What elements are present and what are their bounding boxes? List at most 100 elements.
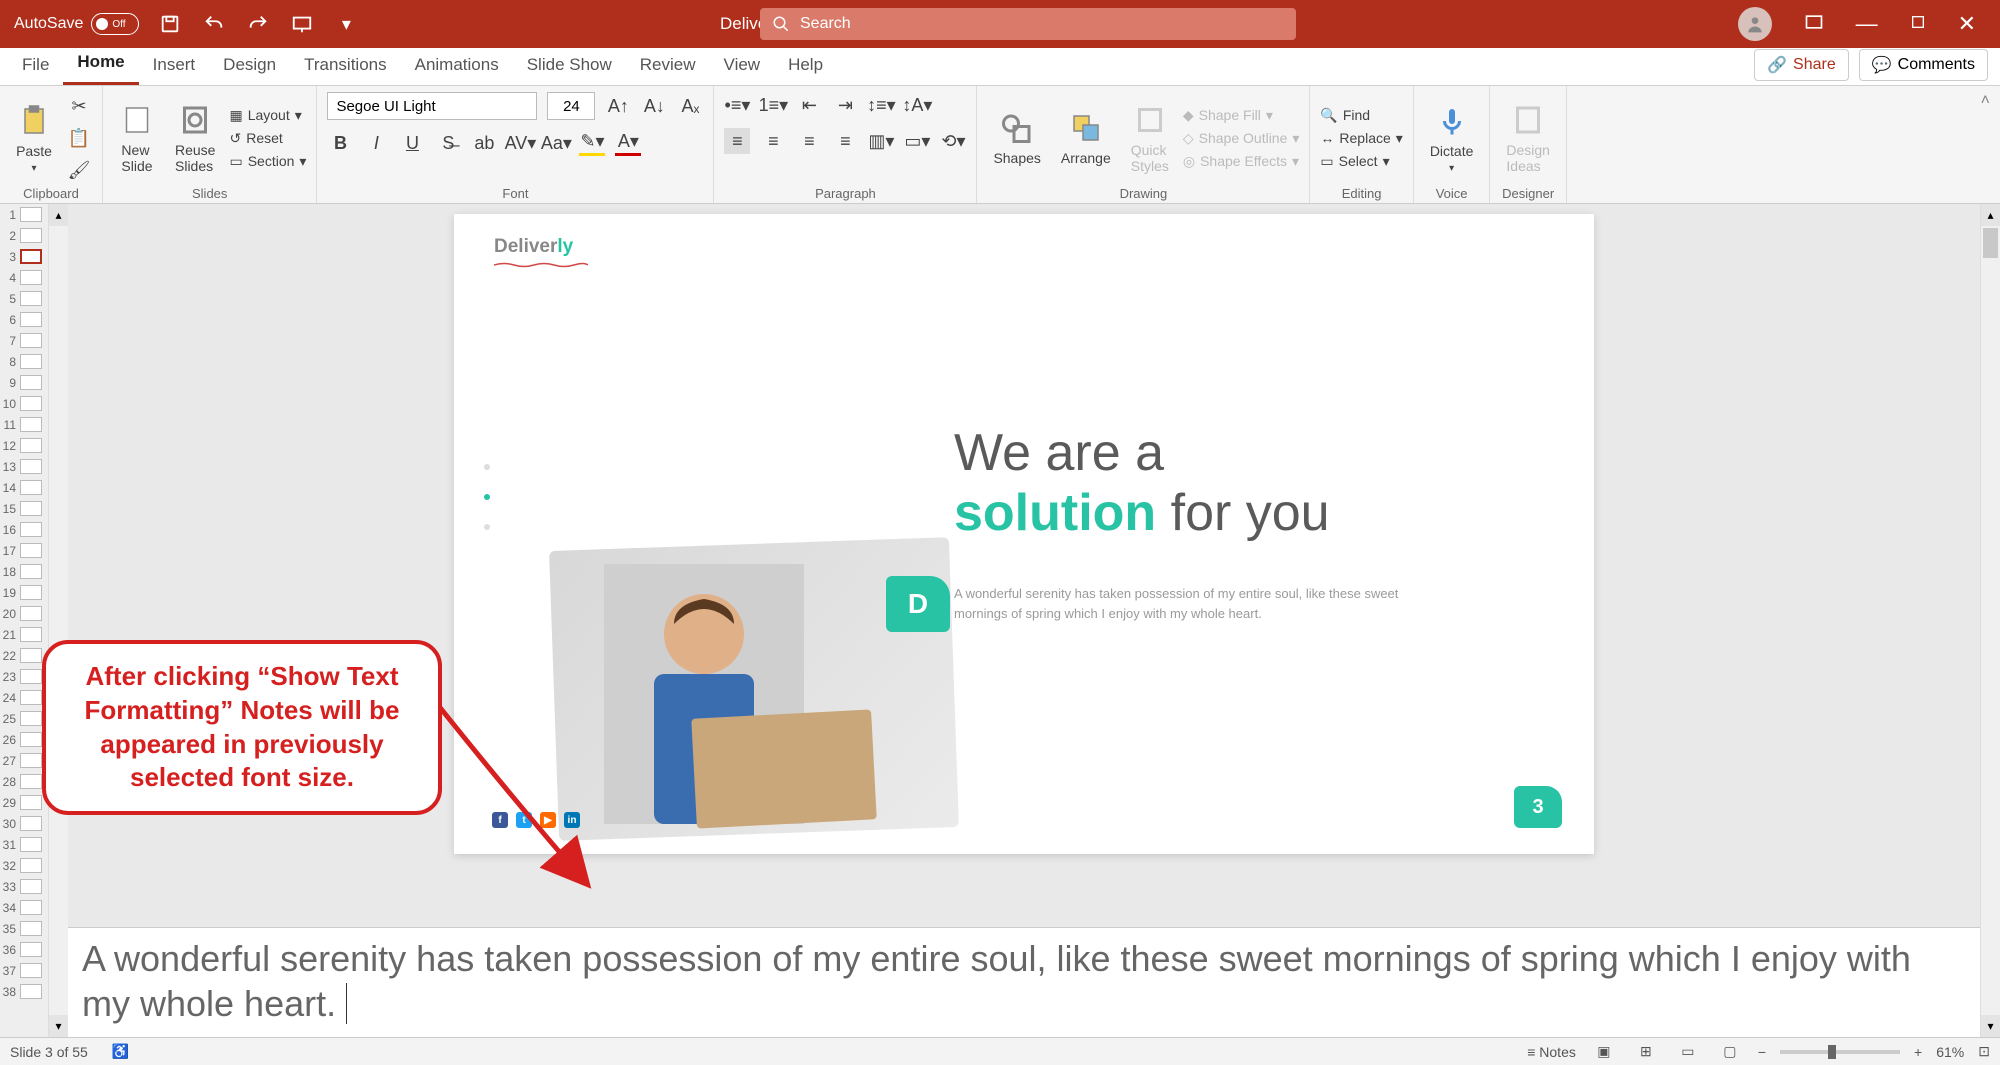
thumbnail-23[interactable]: 23 (0, 666, 48, 687)
thumbnail-27[interactable]: 27 (0, 750, 48, 771)
font-size-input[interactable] (547, 92, 595, 120)
thumbnail-5[interactable]: 5 (0, 288, 48, 309)
columns-icon[interactable]: ▥▾ (868, 128, 894, 154)
user-avatar[interactable] (1738, 7, 1772, 41)
thumbnail-22[interactable]: 22 (0, 645, 48, 666)
sorter-view-icon[interactable]: ⊞ (1632, 1042, 1660, 1062)
arrange-button[interactable]: Arrange (1055, 106, 1117, 170)
scroll-down-icon[interactable]: ▾ (1981, 1015, 2000, 1037)
text-direction-icon[interactable]: ↕A▾ (904, 92, 930, 118)
thumbnail-20[interactable]: 20 (0, 603, 48, 624)
quick-styles-button[interactable]: Quick Styles (1125, 98, 1175, 178)
redo-icon[interactable] (245, 11, 271, 37)
save-icon[interactable] (157, 11, 183, 37)
comments-button[interactable]: 💬 Comments (1859, 49, 1988, 81)
notes-toggle[interactable]: ≡ Notes (1527, 1044, 1576, 1060)
underline-icon[interactable]: U (399, 130, 425, 156)
case-icon[interactable]: Aa▾ (543, 130, 569, 156)
autosave-toggle[interactable]: AutoSave Off (14, 13, 139, 35)
layout-button[interactable]: ▦ Layout ▾ (229, 107, 306, 124)
present-icon[interactable] (289, 11, 315, 37)
normal-view-icon[interactable]: ▣ (1590, 1042, 1618, 1062)
thumbnail-37[interactable]: 37 (0, 960, 48, 981)
thumbnail-18[interactable]: 18 (0, 561, 48, 582)
slide-counter[interactable]: Slide 3 of 55 (10, 1044, 88, 1060)
new-slide-button[interactable]: New Slide (113, 98, 161, 178)
undo-icon[interactable] (201, 11, 227, 37)
thumbnail-1[interactable]: 1 (0, 204, 48, 225)
tab-review[interactable]: Review (626, 47, 710, 85)
design-ideas-button[interactable]: Design Ideas (1500, 98, 1556, 178)
tab-slideshow[interactable]: Slide Show (513, 47, 626, 85)
highlight-icon[interactable]: ✎▾ (579, 130, 605, 156)
scroll-thumb[interactable] (1983, 228, 1998, 258)
align-text-icon[interactable]: ▭▾ (904, 128, 930, 154)
decrease-font-icon[interactable]: A↓ (641, 93, 667, 119)
paste-button[interactable]: Paste▾ (10, 99, 58, 178)
thumbnail-15[interactable]: 15 (0, 498, 48, 519)
line-spacing-icon[interactable]: ↕≡▾ (868, 92, 894, 118)
thumbnail-38[interactable]: 38 (0, 981, 48, 1002)
thumbnail-28[interactable]: 28 (0, 771, 48, 792)
strike-icon[interactable]: S̶ (435, 130, 461, 156)
reset-button[interactable]: ↺ Reset (229, 130, 306, 147)
copy-icon[interactable]: 📋 (66, 125, 92, 151)
thumbnail-12[interactable]: 12 (0, 435, 48, 456)
thumbnail-32[interactable]: 32 (0, 855, 48, 876)
zoom-in-icon[interactable]: + (1914, 1044, 1922, 1060)
thumbnail-25[interactable]: 25 (0, 708, 48, 729)
zoom-level[interactable]: 61% (1936, 1044, 1964, 1060)
close-button[interactable]: ✕ (1958, 11, 1976, 37)
thumbnail-30[interactable]: 30 (0, 813, 48, 834)
thumbnail-19[interactable]: 19 (0, 582, 48, 603)
cut-icon[interactable]: ✂ (66, 93, 92, 119)
bold-icon[interactable]: B (327, 130, 353, 156)
thumbnail-14[interactable]: 14 (0, 477, 48, 498)
shape-fill-button[interactable]: ◆ Shape Fill ▾ (1183, 107, 1300, 124)
scroll-down-icon[interactable]: ▾ (49, 1015, 68, 1037)
increase-font-icon[interactable]: A↑ (605, 93, 631, 119)
thumbnail-7[interactable]: 7 (0, 330, 48, 351)
tab-help[interactable]: Help (774, 47, 837, 85)
spacing-icon[interactable]: AV▾ (507, 130, 533, 156)
slide-thumbnails[interactable]: 1234567891011121314151617181920212223242… (0, 204, 48, 1037)
zoom-out-icon[interactable]: − (1758, 1044, 1766, 1060)
thumbnail-21[interactable]: 21 (0, 624, 48, 645)
shapes-button[interactable]: Shapes (987, 106, 1046, 170)
thumbnail-8[interactable]: 8 (0, 351, 48, 372)
shape-outline-button[interactable]: ◇ Shape Outline ▾ (1183, 130, 1300, 147)
dictate-button[interactable]: Dictate▾ (1424, 99, 1480, 178)
align-center-icon[interactable]: ≡ (760, 128, 786, 154)
thumbnail-6[interactable]: 6 (0, 309, 48, 330)
thumbnail-9[interactable]: 9 (0, 372, 48, 393)
search-input[interactable] (800, 15, 1284, 33)
slide-editor[interactable]: Deliverly We are a solution for you A wo… (68, 204, 1980, 927)
thumbnail-33[interactable]: 33 (0, 876, 48, 897)
tab-insert[interactable]: Insert (139, 47, 210, 85)
select-button[interactable]: ▭ Select ▾ (1320, 153, 1402, 170)
bullets-icon[interactable]: •≡▾ (724, 92, 750, 118)
collapse-ribbon-icon[interactable]: ˄ (1971, 86, 2000, 203)
thumbnail-31[interactable]: 31 (0, 834, 48, 855)
notes-pane[interactable]: A wonderful serenity has taken possessio… (68, 927, 1980, 1037)
thumbnail-35[interactable]: 35 (0, 918, 48, 939)
font-name-input[interactable] (327, 92, 537, 120)
thumbnail-34[interactable]: 34 (0, 897, 48, 918)
tab-home[interactable]: Home (63, 44, 138, 85)
thumbnail-2[interactable]: 2 (0, 225, 48, 246)
indent-decrease-icon[interactable]: ⇤ (796, 92, 822, 118)
reading-view-icon[interactable]: ▭ (1674, 1042, 1702, 1062)
replace-button[interactable]: ↔ Replace ▾ (1320, 130, 1402, 147)
scroll-up-icon[interactable]: ▴ (49, 204, 68, 226)
align-left-icon[interactable]: ≡ (724, 128, 750, 154)
thumbnail-scrollbar[interactable]: ▴ ▾ (48, 204, 68, 1037)
search-box[interactable] (760, 8, 1296, 40)
format-painter-icon[interactable]: 🖌 (66, 157, 92, 183)
tab-file[interactable]: File (8, 47, 63, 85)
scroll-up-icon[interactable]: ▴ (1981, 204, 2000, 226)
qat-more-icon[interactable]: ▾ (333, 11, 359, 37)
justify-icon[interactable]: ≡ (832, 128, 858, 154)
minimize-button[interactable]: — (1856, 11, 1878, 37)
thumbnail-16[interactable]: 16 (0, 519, 48, 540)
zoom-slider[interactable] (1780, 1050, 1900, 1054)
